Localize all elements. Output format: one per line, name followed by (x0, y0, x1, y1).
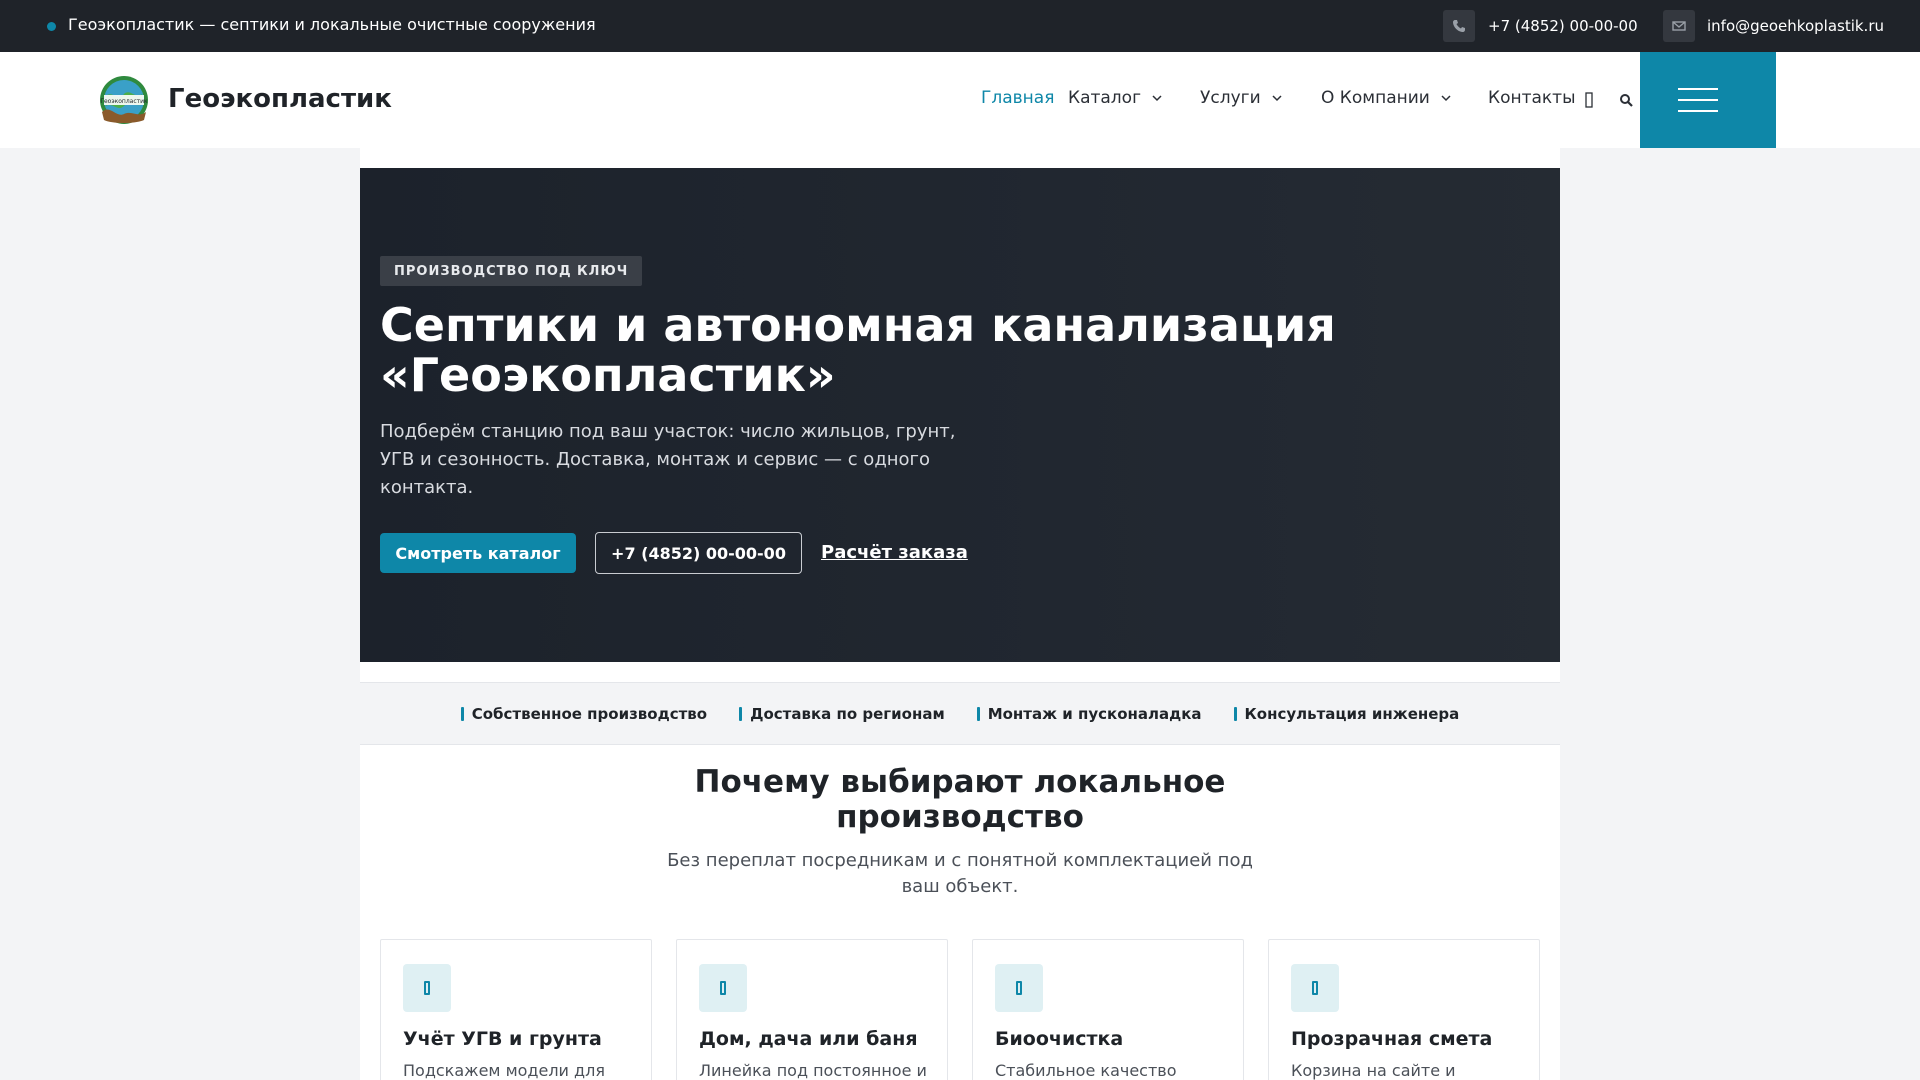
hero-badge: ПРОИЗВОДСТВО ПОД КЛЮЧ (380, 256, 643, 286)
feature-label: Собственное производство (471, 704, 708, 723)
nav-catalog[interactable]: Каталог (1068, 88, 1163, 108)
top-email-link[interactable]: info@geoehkoplastik.ru (1707, 17, 1884, 35)
feature-label: Консультация инженера (1244, 704, 1460, 723)
nav-home[interactable]: Главная (981, 88, 1054, 108)
nav-contacts-label: Контакты (1488, 88, 1576, 108)
benefit-card: Дом, дача или баня Линейка под постоянно… (676, 939, 948, 1080)
chevron-down-icon (1152, 95, 1162, 102)
benefit-title: Биоочистка (995, 1028, 1124, 1050)
site-header: Геоэкопластик Геоэкопластик Главная Ката… (0, 52, 1920, 148)
benefit-text: Подскажем модели для (403, 1061, 605, 1080)
benefit-title: Прозрачная смета (1291, 1028, 1493, 1050)
call-phone-button[interactable]: +7 (4852) 00-00-00 (595, 532, 802, 574)
top-phone-link[interactable]: +7 (4852) 00-00-00 (1488, 17, 1638, 35)
benefit-icon (995, 964, 1043, 1012)
phone-icon (1443, 10, 1475, 42)
why-section: Почему выбирают локальное производство Б… (360, 745, 1560, 1080)
order-calc-link[interactable]: Расчёт заказа (821, 542, 968, 563)
why-title: Почему выбирают локальное производство (694, 764, 1226, 835)
features-strip: Собственное производство Доставка по рег… (360, 682, 1560, 745)
benefit-card: Биоочистка Стабильное качество (972, 939, 1244, 1080)
nav-home-label: Главная (981, 88, 1055, 108)
benefit-card: Прозрачная смета Корзина на сайте и (1268, 939, 1540, 1080)
benefit-title: Дом, дача или баня (699, 1028, 918, 1050)
benefit-text: Стабильное качество (995, 1061, 1177, 1080)
view-catalog-button[interactable]: Смотреть каталог (380, 533, 576, 573)
strip-spacer (360, 662, 1560, 682)
hero-lead: Подберём станцию под ваш участок: число … (380, 421, 956, 498)
burger-line (1678, 110, 1718, 112)
nav-services-label: Услуги (1200, 88, 1261, 108)
feature-icon (739, 706, 743, 721)
benefit-icon (699, 964, 747, 1012)
benefit-icon (403, 964, 451, 1012)
benefit-card: Учёт УГВ и грунта Подскажем модели для (380, 939, 652, 1080)
benefit-text: Линейка под постоянное и (699, 1061, 927, 1080)
top-tagline: Геоэкопластик — септики и локальные очис… (68, 15, 596, 34)
nav-about-label: О Компании (1321, 88, 1430, 108)
mail-icon (1663, 10, 1695, 42)
feature-item: Доставка по регионам (739, 705, 945, 723)
burger-line (1678, 88, 1718, 90)
benefit-title: Учёт УГВ и грунта (403, 1028, 602, 1050)
feature-item: Монтаж и пусконаладка (976, 704, 1202, 723)
menu-burger-button[interactable] (1640, 52, 1776, 148)
logo-text: Геоэкопластик (100, 98, 148, 105)
search-icon[interactable] (1618, 90, 1634, 110)
cart-icon[interactable] (1581, 90, 1597, 110)
nav-services[interactable]: Услуги (1200, 88, 1283, 108)
feature-icon (976, 706, 980, 721)
logo[interactable]: Геоэкопластик (98, 74, 150, 126)
benefit-text: Корзина на сайте и (1291, 1061, 1456, 1080)
top-bar: Геоэкопластик — септики и локальные очис… (0, 0, 1920, 52)
brand-name[interactable]: Геоэкопластик (168, 84, 392, 114)
feature-item: Консультация инженера (1233, 704, 1460, 723)
chevron-down-icon (1272, 95, 1282, 102)
feature-icon (1233, 706, 1237, 721)
burger-line (1678, 99, 1718, 101)
hero-top-spacer (360, 148, 1560, 168)
status-dot (47, 22, 56, 31)
benefit-icon (1291, 964, 1339, 1012)
nav-about[interactable]: О Компании (1321, 88, 1452, 108)
hero-section: ПРОИЗВОДСТВО ПОД КЛЮЧ Септики и автономн… (360, 168, 1560, 662)
chevron-down-icon (1441, 95, 1451, 102)
feature-item: Собственное производство (460, 704, 708, 723)
nav-contacts[interactable]: Контакты (1488, 88, 1576, 108)
hero-title: Септики и автономная канализация «Геоэко… (380, 298, 1336, 402)
why-subtitle: Без переплат посредникам и с понятной ко… (667, 850, 1253, 897)
nav-catalog-label: Каталог (1068, 88, 1142, 108)
feature-icon (460, 706, 464, 721)
feature-label: Доставка по регионам (750, 704, 945, 723)
feature-label: Монтаж и пусконаладка (987, 704, 1202, 723)
